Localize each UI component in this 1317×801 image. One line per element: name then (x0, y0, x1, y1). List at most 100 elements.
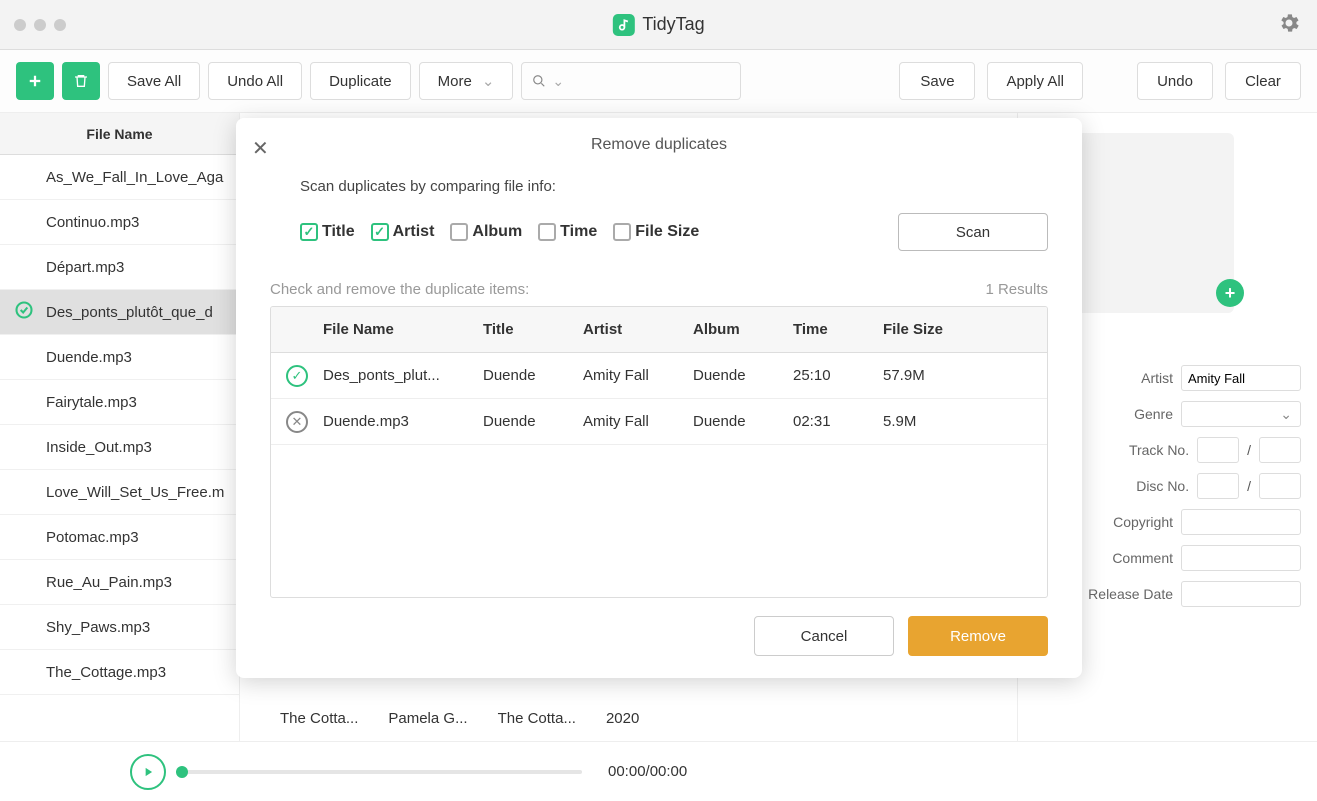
checkbox-icon (450, 223, 468, 241)
delete-button[interactable] (62, 62, 100, 100)
trackno-field-2[interactable] (1259, 437, 1301, 463)
remove-icon[interactable]: ✕ (271, 411, 315, 433)
cell-title: Duende (475, 367, 575, 384)
file-name: The_Cottage.mp3 (46, 664, 166, 681)
undo-all-button[interactable]: Undo All (208, 62, 302, 100)
zoom-window-icon[interactable] (54, 19, 66, 31)
slider-handle[interactable] (176, 766, 188, 778)
copyright-label: Copyright (1081, 514, 1173, 530)
file-row[interactable]: Shy_Paws.mp3 (0, 605, 239, 650)
file-row[interactable]: Potomac.mp3 (0, 515, 239, 560)
copyright-field[interactable] (1181, 509, 1301, 535)
discno-field-2[interactable] (1259, 473, 1301, 499)
duplicates-table: File Name Title Artist Album Time File S… (270, 306, 1048, 598)
table-header: File Name Title Artist Album Time File S… (271, 307, 1047, 353)
release-date-field[interactable] (1181, 581, 1301, 607)
file-row[interactable]: As_We_Fall_In_Love_Aga (0, 155, 239, 200)
file-row[interactable]: Rue_Au_Pain.mp3 (0, 560, 239, 605)
cell-album: The Cotta... (498, 710, 576, 727)
progress-slider[interactable] (182, 770, 582, 774)
cell-album: Duende (685, 367, 785, 384)
cell-size: 57.9M (875, 367, 975, 384)
file-name: Continuo.mp3 (46, 214, 139, 231)
add-art-button[interactable]: + (1216, 279, 1244, 307)
file-row[interactable]: Fairytale.mp3 (0, 380, 239, 425)
file-row[interactable]: Duende.mp3 (0, 335, 239, 380)
checkbox-icon: ✓ (371, 223, 389, 241)
col-artist: Artist (575, 321, 685, 338)
keep-icon[interactable]: ✓ (271, 365, 315, 387)
cell-artist: Amity Fall (575, 413, 685, 430)
check-icon (14, 300, 34, 324)
time-display: 00:00/00:00 (608, 763, 687, 780)
save-all-button[interactable]: Save All (108, 62, 200, 100)
file-list-header: File Name (0, 113, 239, 155)
artist-label: Artist (1081, 370, 1173, 386)
file-name: Potomac.mp3 (46, 529, 139, 546)
chevron-down-icon: ⌄ (482, 72, 495, 90)
chevron-down-icon: ⌄ (552, 73, 564, 90)
results-label: Check and remove the duplicate items: (270, 281, 529, 298)
duplicate-button[interactable]: Duplicate (310, 62, 411, 100)
file-row[interactable]: Continuo.mp3 (0, 200, 239, 245)
results-count: 1 Results (985, 281, 1048, 298)
discno-field-1[interactable] (1197, 473, 1239, 499)
file-row[interactable]: The_Cottage.mp3 (0, 650, 239, 695)
file-name: As_We_Fall_In_Love_Aga (46, 169, 223, 186)
file-name: Départ.mp3 (46, 259, 124, 276)
col-time: Time (785, 321, 875, 338)
more-button[interactable]: More ⌄ (419, 62, 514, 100)
table-row[interactable]: ✕Duende.mp3DuendeAmity FallDuende02:315.… (271, 399, 1047, 445)
titlebar: TidyTag (0, 0, 1317, 50)
cancel-button[interactable]: Cancel (754, 616, 894, 656)
file-row[interactable]: Inside_Out.mp3 (0, 425, 239, 470)
option-label: Time (560, 223, 597, 241)
checkbox-icon (613, 223, 631, 241)
option-album[interactable]: Album (450, 223, 522, 241)
option-artist[interactable]: ✓ Artist (371, 223, 435, 241)
scan-options: ✓ Title ✓ Artist Album Time File Size Sc… (300, 213, 1048, 251)
search-input[interactable]: ⌄ (521, 62, 741, 100)
table-row[interactable]: ✓Des_ponts_plut...DuendeAmity FallDuende… (271, 353, 1047, 399)
file-list: File Name As_We_Fall_In_Love_Aga Continuo… (0, 113, 240, 741)
trackno-field-1[interactable] (1197, 437, 1239, 463)
modal-title: Remove duplicates (270, 136, 1048, 154)
artist-field[interactable] (1181, 365, 1301, 391)
genre-select[interactable]: ⌄ (1181, 401, 1301, 427)
file-row[interactable]: Love_Will_Set_Us_Free.m (0, 470, 239, 515)
close-icon[interactable]: ✕ (252, 136, 269, 161)
play-button[interactable] (130, 754, 166, 790)
sep: / (1247, 442, 1251, 458)
clear-button[interactable]: Clear (1225, 62, 1301, 100)
file-name: Des_ponts_plutôt_que_d (46, 304, 213, 321)
cell-time: 02:31 (785, 413, 875, 430)
release-label: Release Date (1081, 586, 1173, 602)
playbar: 00:00/00:00 (0, 741, 1317, 801)
file-row[interactable]: Départ.mp3 (0, 245, 239, 290)
cell-year: 2020 (606, 710, 639, 727)
cell-artist: Amity Fall (575, 367, 685, 384)
save-button[interactable]: Save (899, 62, 975, 100)
option-title[interactable]: ✓ Title (300, 223, 355, 241)
cell-file: Des_ponts_plut... (315, 367, 475, 384)
file-row[interactable]: Des_ponts_plutôt_que_d (0, 290, 239, 335)
option-filesize[interactable]: File Size (613, 223, 699, 241)
gear-icon[interactable] (1277, 11, 1301, 38)
undo-button[interactable]: Undo (1137, 62, 1213, 100)
main-toolbar: Save All Undo All Duplicate More ⌄ ⌄ Sav… (0, 50, 1317, 113)
add-button[interactable] (16, 62, 54, 100)
col-title: Title (475, 321, 575, 338)
cell-size: 5.9M (875, 413, 975, 430)
option-time[interactable]: Time (538, 223, 597, 241)
chevron-down-icon: ⌄ (1280, 406, 1292, 423)
cell-album: Duende (685, 413, 785, 430)
file-name: Fairytale.mp3 (46, 394, 137, 411)
comment-field[interactable] (1181, 545, 1301, 571)
minimize-window-icon[interactable] (34, 19, 46, 31)
remove-button[interactable]: Remove (908, 616, 1048, 656)
scan-button[interactable]: Scan (898, 213, 1048, 251)
close-window-icon[interactable] (14, 19, 26, 31)
trackno-label: Track No. (1097, 442, 1189, 458)
cell-time: 25:10 (785, 367, 875, 384)
apply-all-button[interactable]: Apply All (987, 62, 1083, 100)
